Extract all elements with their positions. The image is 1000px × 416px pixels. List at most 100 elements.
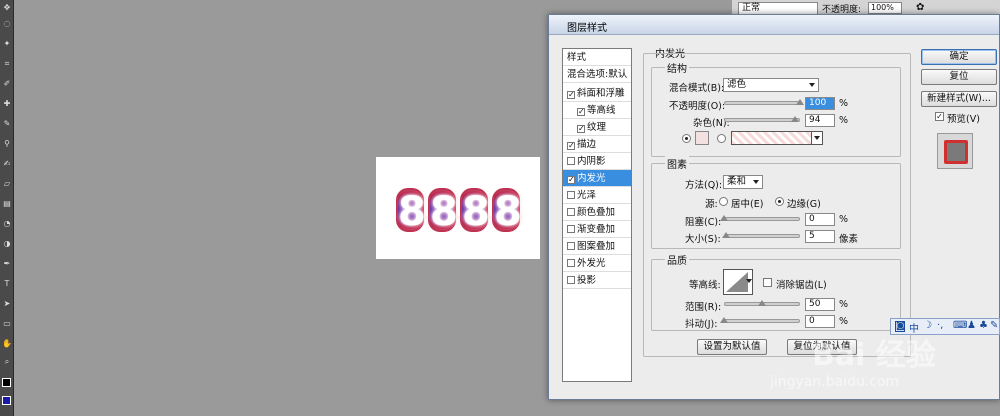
move-tool-icon[interactable]: ✥: [2, 4, 12, 12]
dialog-titlebar[interactable]: 图层样式: [549, 15, 999, 35]
layer-lock-icon[interactable]: ✿: [916, 2, 924, 13]
style-item-texture[interactable]: ✓ 纹理: [563, 119, 631, 136]
noise-slider-thumb[interactable]: [791, 116, 800, 122]
gradient-radio[interactable]: [717, 134, 726, 143]
pen-tool-icon[interactable]: ✒: [2, 260, 12, 268]
new-style-button[interactable]: 新建样式(W)...: [921, 91, 997, 107]
clone-stamp-icon[interactable]: ⚲: [2, 140, 12, 148]
checkbox-icon[interactable]: ✓: [567, 142, 575, 150]
checkbox-icon[interactable]: ✓: [577, 125, 585, 133]
path-selection-icon[interactable]: ➤: [2, 300, 12, 308]
checkbox-icon[interactable]: [567, 259, 575, 267]
brush-tool-icon[interactable]: ✎: [2, 120, 12, 128]
size-slider-thumb[interactable]: [721, 232, 730, 238]
jitter-slider[interactable]: [724, 319, 800, 323]
ok-button[interactable]: 确定: [921, 49, 997, 65]
quality-title: 品质: [665, 252, 689, 267]
ime-keyboard-icon[interactable]: ⌨: [953, 320, 967, 331]
choke-slider[interactable]: [724, 217, 800, 221]
jitter-slider-thumb[interactable]: [720, 317, 728, 323]
choke-label: 阻塞(C):: [685, 217, 722, 228]
checkbox-icon[interactable]: [567, 191, 575, 199]
style-item-pattern-overlay[interactable]: 图案叠加: [563, 238, 631, 255]
shape-tool-icon[interactable]: ▭: [2, 320, 12, 328]
checkbox-icon[interactable]: ✓: [567, 176, 575, 184]
jitter-field[interactable]: 0: [805, 315, 835, 328]
size-slider[interactable]: [724, 234, 800, 238]
type-tool-icon[interactable]: T: [2, 280, 12, 288]
checkbox-icon[interactable]: [567, 242, 575, 250]
style-item-stroke[interactable]: ✓ 描边: [563, 136, 631, 153]
styles-header[interactable]: 样式: [563, 49, 631, 66]
magic-wand-tool-icon[interactable]: ✦: [2, 40, 12, 48]
blend-mode-value: 滤色: [727, 79, 747, 90]
jitter-label: 抖动(J):: [685, 319, 718, 330]
blending-options-item[interactable]: 混合选项:默认: [563, 66, 631, 83]
background-color-swatch[interactable]: [2, 396, 11, 405]
range-slider-thumb[interactable]: [758, 300, 766, 306]
choke-field[interactable]: 0: [805, 213, 835, 226]
style-item-bevel-emboss[interactable]: ✓ 斜面和浮雕: [563, 85, 631, 102]
ime-user-icon[interactable]: ♟: [967, 320, 976, 331]
solid-color-radio[interactable]: [682, 134, 691, 143]
layer-opacity-field[interactable]: 100%: [868, 2, 902, 14]
method-select[interactable]: 柔和: [723, 175, 763, 189]
opacity-field[interactable]: 100: [805, 97, 835, 110]
style-item-gradient-overlay[interactable]: 渐变叠加: [563, 221, 631, 238]
document-canvas[interactable]: 8 8 8 8: [376, 157, 540, 259]
style-item-outer-glow[interactable]: 外发光: [563, 255, 631, 272]
opacity-slider[interactable]: [724, 101, 800, 105]
range-field[interactable]: 50: [805, 298, 835, 311]
style-item-inner-shadow[interactable]: 内阴影: [563, 153, 631, 170]
contour-label: 等高线:: [689, 280, 721, 291]
opacity-slider-thumb[interactable]: [796, 99, 804, 105]
gradient-dropdown[interactable]: [811, 131, 823, 145]
healing-brush-icon[interactable]: ✚: [2, 100, 12, 108]
style-item-inner-glow[interactable]: ✓ 内发光: [563, 170, 631, 187]
blend-mode-select[interactable]: 滤色: [723, 78, 819, 92]
history-brush-icon[interactable]: ✍: [2, 160, 12, 168]
checkbox-icon[interactable]: [567, 208, 575, 216]
style-item-label: 纹理: [587, 122, 607, 133]
checkbox-icon[interactable]: [567, 276, 575, 284]
noise-field[interactable]: 94: [805, 114, 835, 127]
dodge-tool-icon[interactable]: ◑: [2, 240, 12, 248]
checkbox-icon[interactable]: ✓: [577, 108, 585, 116]
range-percent: %: [839, 299, 849, 310]
preview-checkbox[interactable]: ✓: [935, 112, 944, 121]
style-item-label: 等高线: [587, 105, 616, 116]
hand-tool-icon[interactable]: ✋: [2, 340, 12, 348]
ime-skin-icon[interactable]: ♣: [979, 320, 988, 331]
style-item-satin[interactable]: 光泽: [563, 187, 631, 204]
style-item-contour[interactable]: ✓ 等高线: [563, 102, 631, 119]
eyedropper-tool-icon[interactable]: ✐: [2, 80, 12, 88]
ime-punctuation-icon[interactable]: ·,: [937, 320, 943, 331]
crop-tool-icon[interactable]: ⌗: [2, 60, 12, 68]
style-item-drop-shadow[interactable]: 投影: [563, 272, 631, 289]
blur-tool-icon[interactable]: ◔: [2, 220, 12, 228]
foreground-color-swatch[interactable]: [2, 378, 11, 387]
anti-alias-checkbox[interactable]: [763, 278, 772, 287]
source-edge-radio[interactable]: [775, 197, 784, 206]
checkbox-icon[interactable]: [567, 225, 575, 233]
ime-tool-icon[interactable]: ✎: [990, 320, 998, 331]
source-center-radio[interactable]: [719, 197, 728, 206]
source-center-label: 居中(E): [731, 199, 764, 210]
noise-label: 杂色(N):: [693, 118, 730, 129]
make-default-button[interactable]: 设置为默认值: [697, 339, 767, 355]
checkbox-icon[interactable]: ✓: [567, 91, 575, 99]
glow-color-swatch[interactable]: [695, 131, 709, 145]
noise-slider[interactable]: [724, 118, 800, 122]
eraser-tool-icon[interactable]: ▱: [2, 180, 12, 188]
choke-slider-thumb[interactable]: [720, 215, 728, 221]
zoom-tool-icon[interactable]: ⌕: [2, 358, 12, 366]
lasso-tool-icon[interactable]: ◌: [2, 20, 12, 28]
cancel-button[interactable]: 复位: [921, 69, 997, 85]
glow-gradient-picker[interactable]: [731, 131, 823, 145]
style-item-color-overlay[interactable]: 颜色叠加: [563, 204, 631, 221]
size-field[interactable]: 5: [805, 230, 835, 243]
contour-dropdown[interactable]: [745, 269, 753, 295]
checkbox-icon[interactable]: [567, 157, 575, 165]
source-edge-label: 边缘(G): [787, 199, 821, 210]
gradient-tool-icon[interactable]: ▤: [2, 200, 12, 208]
